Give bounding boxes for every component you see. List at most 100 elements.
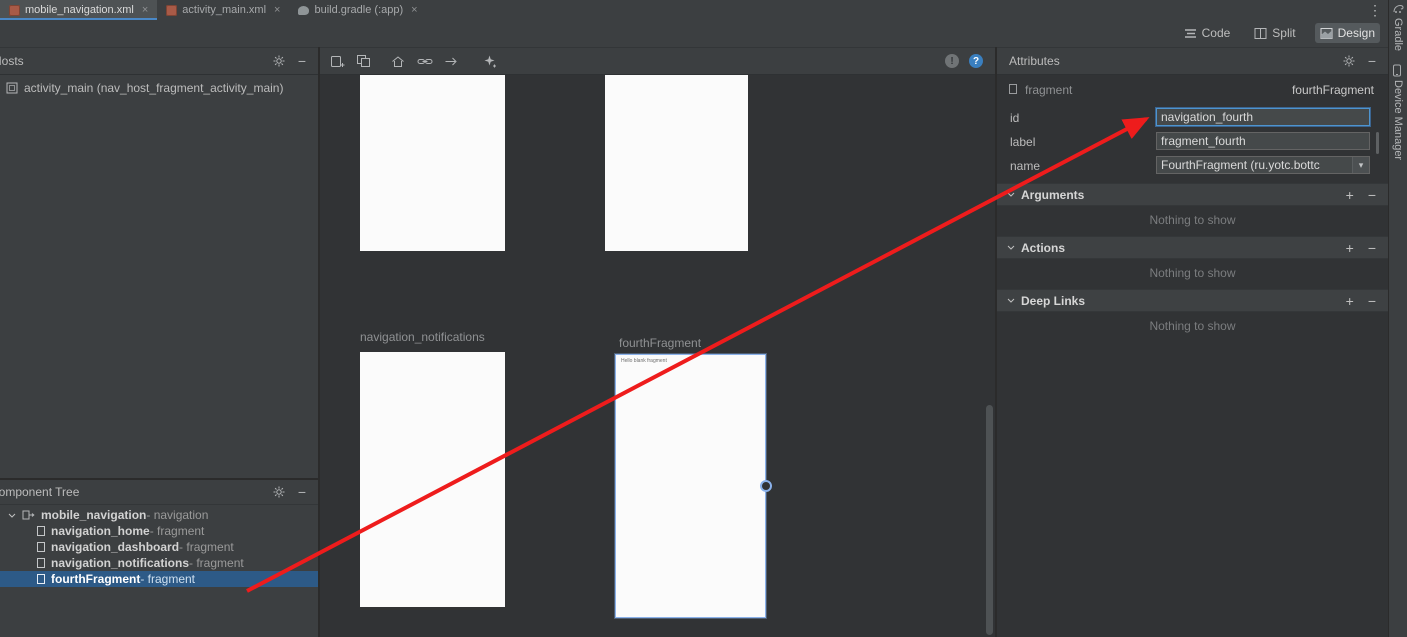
design-icon: [1320, 27, 1333, 40]
component-type-label: fragment: [1025, 83, 1072, 97]
fragment-preview-notifications[interactable]: [360, 352, 505, 607]
fragment-icon: [36, 541, 46, 553]
fragment-preview-home[interactable]: [360, 75, 505, 251]
editor-mode-toolbar: Code Split Design: [0, 20, 1388, 47]
section-deep-links[interactable]: Deep Links + −: [997, 289, 1388, 312]
chevron-down-icon: [1007, 245, 1015, 250]
more-tabs-icon[interactable]: ⋮: [1368, 1, 1382, 19]
view-switcher: Code Split Design: [1179, 23, 1380, 43]
id-field-input[interactable]: [1156, 108, 1370, 126]
gear-icon[interactable]: [273, 486, 285, 498]
component-tree-title: Component Tree: [0, 485, 79, 499]
editor-tabbar: mobile_navigation.xml × activity_main.xm…: [0, 0, 1388, 20]
tab-label: build.gradle (:app): [314, 4, 403, 16]
new-destination-icon[interactable]: [330, 54, 345, 69]
help-icon[interactable]: ?: [969, 54, 983, 68]
component-name-value: fourthFragment: [1292, 83, 1374, 97]
component-tree-header: Component Tree −: [0, 480, 318, 505]
tree-row-mobile-navigation[interactable]: mobile_navigation - navigation: [0, 507, 318, 523]
hide-panel-icon[interactable]: −: [298, 56, 306, 66]
actions-empty-text: Nothing to show: [997, 266, 1388, 280]
xml-file-icon: [166, 5, 177, 16]
action-handle[interactable]: [760, 480, 772, 492]
name-field-dropdown[interactable]: FourthFragment (ru.yotc.bottc ▾: [1156, 156, 1370, 174]
host-item-activity-main[interactable]: activity_main (nav_host_fragment_activit…: [6, 81, 283, 95]
fragment-preview-fourth-selected[interactable]: [615, 354, 766, 618]
chevron-down-icon[interactable]: [8, 513, 16, 518]
warnings-icon[interactable]: !: [945, 54, 959, 68]
split-view-button[interactable]: Split: [1249, 23, 1300, 43]
auto-arrange-icon[interactable]: [482, 54, 497, 69]
tree-item-name: navigation_home: [51, 524, 150, 538]
add-deep-link-icon[interactable]: +: [1346, 293, 1354, 309]
gradle-tool-window-button[interactable]: Gradle: [1392, 18, 1404, 51]
add-argument-icon[interactable]: +: [1346, 187, 1354, 203]
xml-file-icon: [9, 5, 20, 16]
code-icon: [1184, 27, 1197, 40]
id-field-label: id: [1010, 111, 1019, 125]
split-view-label: Split: [1272, 26, 1295, 40]
tree-item-name: navigation_dashboard: [51, 540, 179, 554]
tree-row-navigation-home[interactable]: navigation_home - fragment: [0, 523, 318, 539]
tree-row-navigation-notifications[interactable]: navigation_notifications - fragment: [0, 555, 318, 571]
fragment-label-notifications[interactable]: navigation_notifications: [360, 330, 485, 344]
tab-build-gradle[interactable]: build.gradle (:app) ×: [289, 0, 426, 20]
canvas-scrollbar[interactable]: [986, 405, 993, 635]
hosts-panel-title: Hosts: [0, 54, 24, 68]
code-view-button[interactable]: Code: [1179, 23, 1236, 43]
tab-label: activity_main.xml: [182, 4, 266, 16]
remove-deep-link-icon[interactable]: −: [1368, 293, 1376, 309]
tree-item-suffix: - navigation: [146, 508, 208, 522]
arguments-empty-text: Nothing to show: [997, 213, 1388, 227]
section-arguments[interactable]: Arguments + −: [997, 183, 1388, 206]
chevron-down-icon: [1007, 298, 1015, 303]
label-field-input[interactable]: [1156, 132, 1370, 150]
add-action-icon[interactable]: +: [1346, 240, 1354, 256]
host-item-label: activity_main (nav_host_fragment_activit…: [24, 81, 283, 95]
fragment-preview-dashboard[interactable]: [605, 75, 748, 251]
hide-panel-icon[interactable]: −: [298, 487, 306, 497]
code-view-label: Code: [1202, 26, 1231, 40]
hosts-panel-header: Hosts −: [0, 47, 318, 75]
attributes-panel-title: Attributes: [1009, 54, 1060, 68]
label-field-label: label: [1010, 135, 1035, 149]
fragment-label-fourth[interactable]: fourthFragment: [619, 336, 701, 350]
name-field-label: name: [1010, 159, 1040, 173]
section-actions[interactable]: Actions + −: [997, 236, 1388, 259]
navigation-design-canvas[interactable]: navigation_notifications fourthFragment …: [320, 75, 995, 637]
split-icon: [1254, 27, 1267, 40]
attributes-panel-header: Attributes −: [997, 47, 1388, 75]
tree-item-suffix: - fragment: [179, 540, 234, 554]
deep-link-icon[interactable]: [417, 54, 433, 69]
attributes-scrollbar[interactable]: [1376, 132, 1379, 154]
gradle-icon[interactable]: [1392, 4, 1404, 14]
tab-activity-main-xml[interactable]: activity_main.xml ×: [157, 0, 289, 20]
fragment-icon: [36, 557, 46, 569]
design-view-button[interactable]: Design: [1315, 23, 1380, 43]
home-icon[interactable]: [390, 54, 406, 69]
tree-item-name: mobile_navigation: [41, 508, 146, 522]
tree-row-navigation-dashboard[interactable]: navigation_dashboard - fragment: [0, 539, 318, 555]
nested-graph-icon[interactable]: [356, 54, 371, 68]
tab-mobile-navigation-xml[interactable]: mobile_navigation.xml ×: [0, 0, 157, 20]
close-icon[interactable]: ×: [411, 4, 417, 16]
close-icon[interactable]: ×: [142, 4, 148, 16]
hide-panel-icon[interactable]: −: [1368, 56, 1376, 66]
deep-links-empty-text: Nothing to show: [997, 319, 1388, 333]
action-arrow-icon[interactable]: [444, 54, 459, 69]
design-view-label: Design: [1338, 26, 1375, 40]
close-icon[interactable]: ×: [274, 4, 280, 16]
device-manager-tool-window-button[interactable]: Device Manager: [1392, 80, 1404, 160]
chevron-down-icon[interactable]: ▾: [1352, 157, 1369, 173]
remove-action-icon[interactable]: −: [1368, 240, 1376, 256]
tree-item-name: fourthFragment: [51, 572, 140, 586]
tree-item-suffix: - fragment: [189, 556, 244, 570]
android-studio-window: mobile_navigation.xml × activity_main.xm…: [0, 0, 1407, 637]
gear-icon[interactable]: [273, 55, 285, 67]
tree-row-fourth-fragment[interactable]: fourthFragment - fragment: [0, 571, 318, 587]
gear-icon[interactable]: [1343, 55, 1355, 67]
tree-item-suffix: - fragment: [150, 524, 205, 538]
fragment-icon: [36, 525, 46, 537]
device-manager-icon[interactable]: [1392, 64, 1402, 77]
remove-argument-icon[interactable]: −: [1368, 187, 1376, 203]
